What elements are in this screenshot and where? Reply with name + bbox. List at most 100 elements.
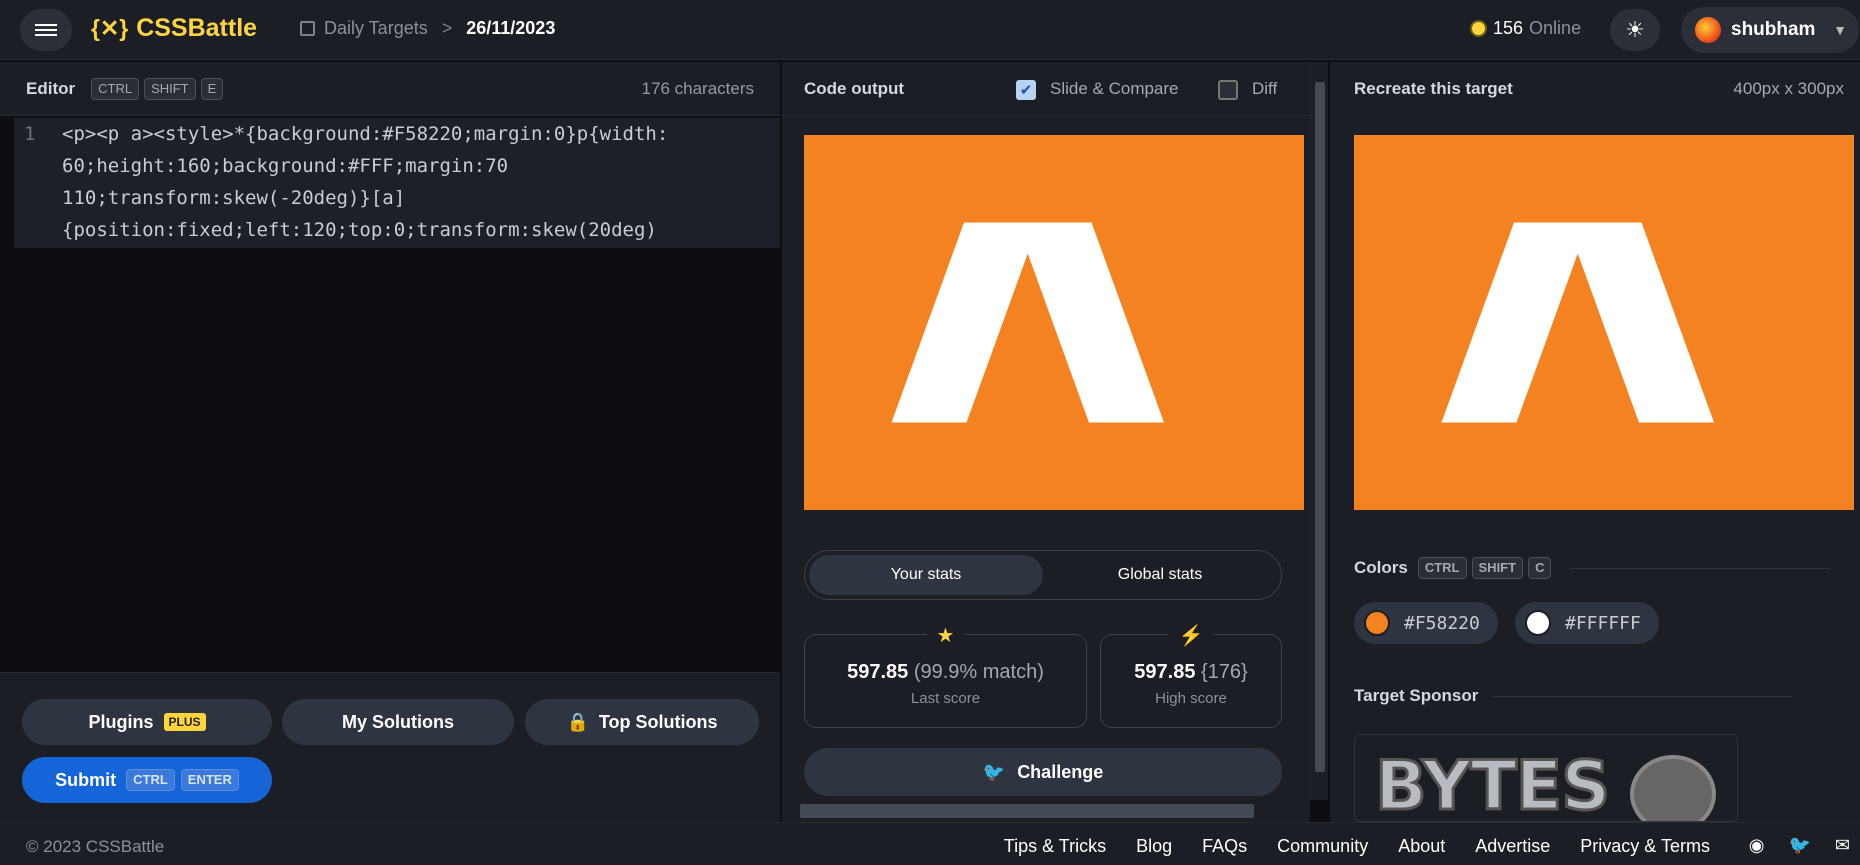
shortcut-key: CTRL [1417, 557, 1467, 579]
sponsor-mascot-icon [1630, 755, 1716, 821]
footer-link-privacy[interactable]: Privacy & Terms [1580, 836, 1710, 857]
color-swatch[interactable]: #F58220 [1354, 602, 1498, 644]
footer-link-blog[interactable]: Blog [1136, 836, 1172, 857]
horizontal-scrollbar[interactable] [782, 800, 1310, 822]
sponsor-section-header: Target Sponsor [1354, 686, 1793, 706]
output-title: Code output [804, 78, 905, 98]
footer-social: ◉ 🐦 ✉ [1749, 835, 1850, 856]
challenge-label: Challenge [1017, 761, 1104, 782]
editor-header: Editor CTRL SHIFT E 176 characters [0, 62, 780, 116]
twitter-icon: 🐦 [982, 761, 1006, 782]
plus-badge: PLUS [163, 713, 206, 731]
editor-title: Editor [26, 78, 76, 98]
slide-compare-label[interactable]: Slide & Compare [1050, 79, 1179, 99]
line-number: 1 [24, 123, 36, 145]
logo-text: CSSBattle [136, 14, 258, 42]
high-score-label: High score [1155, 690, 1227, 707]
online-status: 156 Online [1472, 18, 1581, 39]
my-solutions-button[interactable]: My Solutions [282, 699, 514, 745]
footer-link-faqs[interactable]: FAQs [1202, 836, 1247, 857]
discord-icon[interactable]: ◉ [1749, 835, 1765, 856]
online-dot-icon [1472, 22, 1485, 35]
sponsor-banner[interactable]: BYTES [1354, 734, 1738, 822]
slide-compare-checkbox[interactable]: ✔ [1016, 80, 1036, 100]
online-label: Online [1529, 18, 1582, 38]
diff-checkbox[interactable] [1218, 80, 1238, 100]
plugins-label: Plugins [88, 711, 154, 732]
user-menu-button[interactable]: shubham ▼ [1681, 7, 1859, 53]
calendar-icon [300, 21, 315, 36]
last-score-label: Last score [910, 690, 981, 707]
high-score-value: 597.85 [1134, 661, 1196, 683]
code-line[interactable]: 60;height:160;background:#FFF;margin:70 [62, 150, 508, 182]
vertical-scrollbar[interactable] [1310, 62, 1328, 800]
avatar [1695, 17, 1721, 43]
my-solutions-label: My Solutions [342, 711, 454, 732]
footer-link-tips[interactable]: Tips & Tricks [1004, 836, 1106, 857]
tab-your-stats[interactable]: Your stats [809, 555, 1043, 595]
scrollbar-thumb[interactable] [1315, 82, 1325, 772]
high-score-chars: {176} [1201, 661, 1248, 683]
online-count: 156 [1493, 18, 1524, 38]
color-swatch[interactable]: #FFFFFF [1515, 602, 1659, 644]
last-score-match: (99.9% match) [913, 661, 1044, 683]
color-hex: #F58220 [1404, 612, 1480, 634]
lightning-icon: ⚡ [1168, 623, 1214, 648]
footer-link-advertise[interactable]: Advertise [1475, 836, 1550, 857]
colors-title: Colors [1354, 558, 1408, 577]
output-panel: Code output ✔ Slide & Compare Diff Your … [782, 62, 1310, 822]
breadcrumb-current-date: 26/11/2023 [466, 18, 556, 38]
logo[interactable]: {✕} CSSBattle [91, 14, 257, 43]
theme-toggle-button[interactable]: ☀ [1610, 9, 1660, 51]
stats-tabs: Your stats Global stats [804, 550, 1282, 600]
twitter-icon[interactable]: 🐦 [1788, 835, 1810, 856]
last-score-value: 597.85 [847, 661, 909, 683]
mail-icon[interactable]: ✉ [1835, 835, 1850, 856]
sun-icon: ☀ [1625, 17, 1645, 42]
target-title: Recreate this target [1354, 79, 1513, 98]
color-dot [1364, 610, 1390, 636]
top-solutions-button[interactable]: 🔒 Top Solutions [525, 699, 759, 745]
target-image[interactable] [1354, 135, 1854, 510]
footer-link-community[interactable]: Community [1277, 836, 1368, 857]
code-output-canvas[interactable] [804, 135, 1304, 510]
username: shubham [1731, 19, 1816, 40]
target-dimensions: 400px x 300px [1733, 79, 1844, 98]
lock-icon: 🔒 [566, 711, 589, 732]
code-line[interactable]: {position:fixed;left:120;top:0;transform… [62, 214, 657, 246]
high-score-card: ⚡ 597.85 {176} High score [1100, 623, 1282, 728]
colors-section-header: Colors CTRL SHIFT C [1354, 557, 1831, 579]
scrollbar-thumb[interactable] [800, 804, 1254, 818]
divider [1492, 695, 1793, 697]
diff-label[interactable]: Diff [1252, 79, 1277, 99]
challenge-button[interactable]: 🐦 Challenge [804, 748, 1282, 796]
tab-global-stats[interactable]: Global stats [1043, 555, 1277, 595]
editor-footer: Plugins PLUS My Solutions 🔒 Top Solution… [0, 672, 780, 822]
copyright: © 2023 CSSBattle [26, 837, 165, 856]
code-editor[interactable]: 1 <p><p a><style>*{background:#F58220;ma… [14, 118, 780, 248]
chevron-right-icon: > [441, 18, 453, 38]
sponsor-logo-text: BYTES [1373, 746, 1611, 822]
output-shape [891, 222, 1164, 423]
top-solutions-label: Top Solutions [598, 711, 718, 732]
color-dot [1525, 610, 1551, 636]
chevron-down-icon: ▼ [1833, 22, 1847, 38]
shortcut-key: SHIFT [1471, 557, 1524, 579]
footer: © 2023 CSSBattle Tips & Tricks Blog FAQs… [0, 822, 1860, 865]
submit-label: Submit [55, 769, 117, 790]
code-line[interactable]: 110;transform:skew(-20deg)}[a] [62, 182, 405, 214]
shortcut-key: CTRL [91, 77, 140, 100]
star-icon: ★ [926, 623, 965, 648]
menu-button[interactable] [20, 9, 72, 51]
target-shape [1441, 222, 1714, 423]
submit-button[interactable]: Submit CTRL ENTER [22, 757, 272, 803]
shortcut-key: E [200, 77, 224, 100]
code-line[interactable]: <p><p a><style>*{background:#F58220;marg… [62, 118, 668, 150]
color-hex: #FFFFFF [1565, 612, 1641, 634]
top-bar: {✕} CSSBattle Daily Targets > 26/11/2023… [0, 0, 1860, 60]
footer-link-about[interactable]: About [1398, 836, 1445, 857]
plugins-button[interactable]: Plugins PLUS [22, 699, 272, 745]
shortcut-key: SHIFT [144, 77, 196, 100]
shortcut-key: ENTER [180, 769, 239, 791]
breadcrumb-daily-targets[interactable]: Daily Targets [324, 18, 428, 39]
